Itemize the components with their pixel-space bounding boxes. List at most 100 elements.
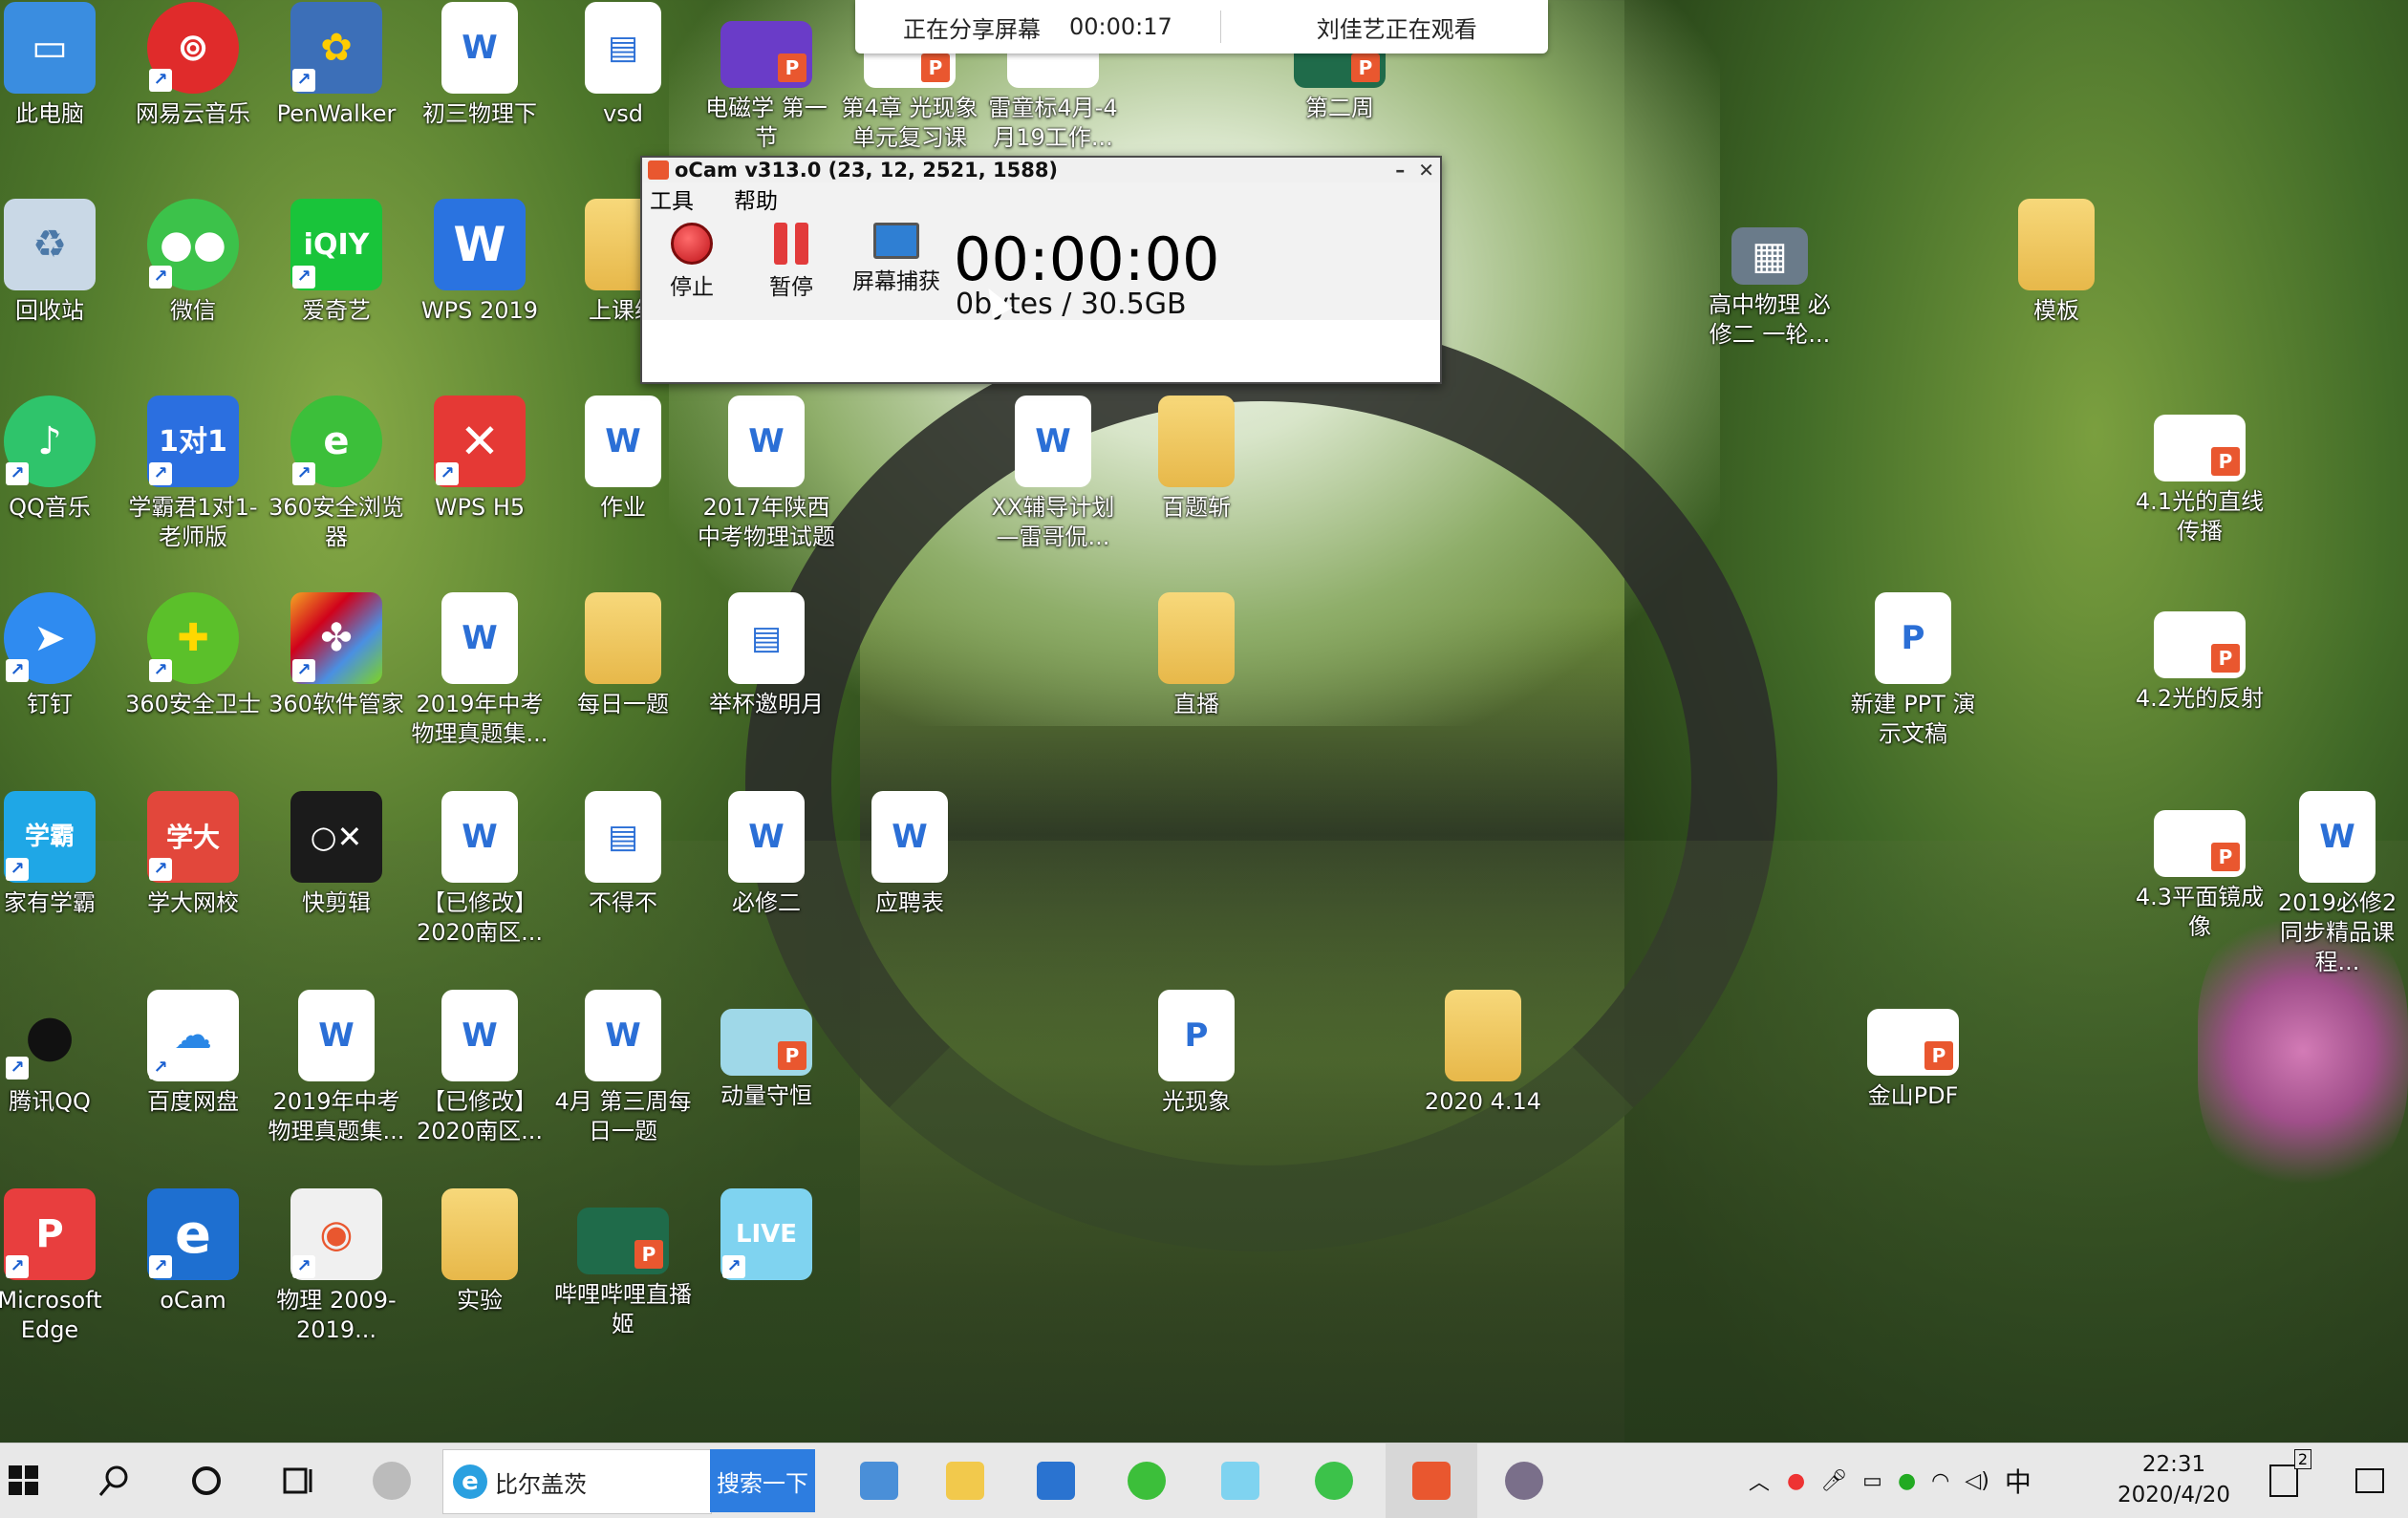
- menu-tools[interactable]: 工具: [650, 182, 694, 215]
- icon-label: 【已修改】2020南区...: [417, 1088, 543, 1144]
- cortana-icon[interactable]: [178, 1443, 235, 1518]
- taskbar-360-browser[interactable]: [1118, 1443, 1175, 1518]
- pause-button[interactable]: 暂停: [742, 217, 841, 303]
- desktop-icon-kingsoft-pdf[interactable]: P ↗ Microsoft Edge: [0, 1188, 120, 1345]
- stop-label: 停止: [670, 275, 714, 300]
- ocam-window[interactable]: oCam v313.0 (23, 12, 2521, 1588) – ✕ 工具 …: [640, 156, 1442, 384]
- desktop-icon-daily-question[interactable]: 每日一题: [552, 592, 694, 719]
- desktop-icon-baidu-netdisk[interactable]: ☁ ↗ 百度网盘: [122, 990, 264, 1117]
- microphone-icon[interactable]: 🎤︎: [1820, 1469, 1847, 1493]
- taskbar-app-desktop[interactable]: [850, 1443, 908, 1518]
- desktop-icon-live[interactable]: 直播: [1126, 592, 1267, 719]
- desktop-icon-edge[interactable]: e ↗ oCam: [122, 1188, 264, 1315]
- desktop-icon-recycle-bin[interactable]: ♻ 回收站: [0, 199, 120, 326]
- action-center-icon[interactable]: [2341, 1443, 2398, 1518]
- desktop-icon-bilibili-live[interactable]: LIVE ↗: [696, 1188, 837, 1286]
- desktop-icon-xuebajun[interactable]: 1对1 ↗ 学霸君1对1-老师版: [122, 396, 264, 552]
- desktop-icon-qq-music[interactable]: ♪ ↗ QQ音乐: [0, 396, 120, 523]
- desktop-icon-homework[interactable]: W 作业: [552, 396, 694, 523]
- search-icon[interactable]: [86, 1443, 143, 1518]
- taskbar-file-explorer[interactable]: [936, 1443, 994, 1518]
- desktop-icon-iqiyi[interactable]: iQIY ↗ 爱奇艺: [266, 199, 407, 326]
- desktop-icon-360-browser[interactable]: e ↗ 360安全浏览器: [266, 396, 407, 552]
- desktop-icon-plane-mirror[interactable]: P 4.3平面镜成像: [2129, 791, 2270, 942]
- browser-search-input[interactable]: e 比尔盖茨: [442, 1449, 712, 1514]
- desktop-icon-nanqu-2020[interactable]: W 【已修改】2020南区...: [409, 791, 550, 948]
- screen-capture-button[interactable]: 屏幕捕获: [841, 217, 952, 303]
- desktop-icon-hs-physics[interactable]: ▦ 高中物理 必修二 一轮...: [1699, 199, 1840, 350]
- pinned-app-icon[interactable]: [363, 1443, 420, 1518]
- desktop-icon-zhongkao-2019[interactable]: W 2019年中考物理真题集...: [409, 592, 550, 749]
- desktop-icon-nanqu-2020b[interactable]: W 【已修改】2020南区...: [409, 990, 550, 1146]
- desktop-icon-application-form[interactable]: W 应聘表: [839, 791, 980, 918]
- desktop-icon-physics-2009[interactable]: 实验: [409, 1188, 550, 1315]
- desktop-icon-electromagnetism[interactable]: P 电磁学 第一节: [696, 2, 837, 153]
- icon-label: 物理 2009-2019...: [276, 1287, 397, 1343]
- battery-icon[interactable]: ▭: [1862, 1469, 1882, 1493]
- desktop-icon-doc-zhongkao[interactable]: W 2019年中考物理真题集...: [266, 990, 407, 1146]
- minimize-icon[interactable]: –: [1395, 159, 1405, 182]
- desktop-icon-tencent-qq[interactable]: ● ↗ 腾讯QQ: [0, 990, 120, 1117]
- desktop-icon-360-software[interactable]: ✤ ↗ 360软件管家: [266, 592, 407, 719]
- desktop-icon-tutoring-plan[interactable]: W XX辅导计划—雷哥侃...: [982, 396, 1124, 552]
- desktop-icon-light-phenomenon[interactable]: P 光现象: [1126, 990, 1267, 1117]
- desktop-icon-ocam[interactable]: ◉ ↗ 物理 2009-2019...: [266, 1188, 407, 1345]
- chevron-up-icon[interactable]: ︿: [1749, 1465, 1770, 1496]
- qq-tray-icon[interactable]: ●: [1787, 1469, 1805, 1493]
- menu-help[interactable]: 帮助: [734, 182, 778, 215]
- ocam-titlebar[interactable]: oCam v313.0 (23, 12, 2521, 1588) – ✕: [642, 158, 1440, 182]
- desktop-icon-2020-414[interactable]: 2020 4.14: [1412, 990, 1554, 1117]
- desktop-icon-budebu[interactable]: ▤ 不得不: [552, 791, 694, 918]
- taskbar-mail[interactable]: [1027, 1443, 1085, 1518]
- start-button[interactable]: [0, 1443, 48, 1518]
- desktop-icon-jiayou-xueba[interactable]: 学霸 ↗ 家有学霸: [0, 791, 120, 918]
- wifi-icon[interactable]: ◠: [1931, 1469, 1949, 1493]
- window-controls[interactable]: – ✕: [1395, 158, 1434, 182]
- desktop-icon-this-pc[interactable]: ▭ 此电脑: [0, 2, 120, 129]
- video-edit-icon: ○✕: [290, 791, 382, 883]
- dingtalk-icon: ➤ ↗: [4, 592, 96, 684]
- stop-button[interactable]: 停止: [642, 217, 742, 303]
- file-icon: ▤: [585, 2, 661, 94]
- desktop-icon-required-2[interactable]: W 必修二: [696, 791, 837, 918]
- desktop-icon-vsd[interactable]: ▤ vsd: [552, 2, 694, 129]
- desktop-icon-new-pptx[interactable]: P 金山PDF: [1842, 990, 1984, 1111]
- desktop-icon-dingtalk[interactable]: ➤ ↗ 钉钉: [0, 592, 120, 719]
- clock[interactable]: 22:31 2020/4/20: [2117, 1449, 2231, 1510]
- security-tray-icon[interactable]: ●: [1898, 1469, 1916, 1493]
- desktop-icon-april-week3[interactable]: W 4月 第三周每日一题: [552, 990, 694, 1146]
- desktop-icon-baitizhan[interactable]: 百题斩: [1126, 396, 1267, 523]
- desktop-icon-kuaijianji[interactable]: ○✕ 快剪辑: [266, 791, 407, 918]
- taskbar-bilibili-live[interactable]: [1212, 1443, 1269, 1518]
- desktop-icon-new-ppt[interactable]: P 新建 PPT 演示文稿: [1842, 592, 1984, 749]
- desktop-icon-experiment[interactable]: P 哔哩哔哩直播姬: [552, 1188, 694, 1339]
- ime-indicator[interactable]: 中: [2005, 1462, 2032, 1500]
- desktop-icon-physics-grade3[interactable]: W 初三物理下: [409, 2, 550, 129]
- desktop-icon-light-straight[interactable]: P 4.1光的直线传播: [2129, 396, 2270, 546]
- task-view-icon[interactable]: [269, 1443, 327, 1518]
- taskbar-avatar-app[interactable]: [1495, 1443, 1553, 1518]
- desktop-icon-wechat[interactable]: ●● ↗ 微信: [122, 199, 264, 326]
- desktop-icon-shaanxi-2017[interactable]: W 2017年陕西中考物理试题: [696, 396, 837, 552]
- desktop-icon-wps2019[interactable]: W WPS 2019: [409, 199, 550, 326]
- desktop-icon-required2-sync[interactable]: W 2019必修2同步精品课程...: [2267, 791, 2408, 977]
- desktop-icon-wps-h5[interactable]: ✕ ↗ WPS H5: [409, 396, 550, 523]
- desktop-icon-template[interactable]: 模板: [1986, 199, 2127, 326]
- desktop-icon-penwalker[interactable]: ✿ ↗ PenWalker: [266, 2, 407, 129]
- taskbar-ocam[interactable]: [1386, 1443, 1477, 1518]
- icon-label: 第二周: [1305, 95, 1374, 121]
- screen-share-bar[interactable]: 正在分享屏幕 00:00:17 刘佳艺正在观看: [855, 0, 1548, 53]
- search-button[interactable]: 搜索一下: [710, 1449, 815, 1512]
- desktop-icon-momentum[interactable]: P 动量守恒: [696, 990, 837, 1111]
- volume-icon[interactable]: ◁): [1965, 1469, 1989, 1493]
- taskbar-wechat[interactable]: [1305, 1443, 1363, 1518]
- icon-label: 第4章 光现象 单元复习课: [841, 95, 978, 151]
- notification-center-icon[interactable]: 2: [2255, 1443, 2312, 1518]
- computer-icon: ▭: [4, 2, 96, 94]
- desktop-icon-jubei[interactable]: ▤ 举杯邀明月: [696, 592, 837, 719]
- desktop-icon-light-reflection[interactable]: P 4.2光的反射: [2129, 592, 2270, 714]
- desktop-icon-360-safe[interactable]: ✚ ↗ 360安全卫士: [122, 592, 264, 719]
- desktop-icon-netease-music[interactable]: ⊚ ↗ 网易云音乐: [122, 2, 264, 129]
- desktop-icon-xueda[interactable]: 学大 ↗ 学大网校: [122, 791, 264, 918]
- close-icon[interactable]: ✕: [1418, 159, 1434, 182]
